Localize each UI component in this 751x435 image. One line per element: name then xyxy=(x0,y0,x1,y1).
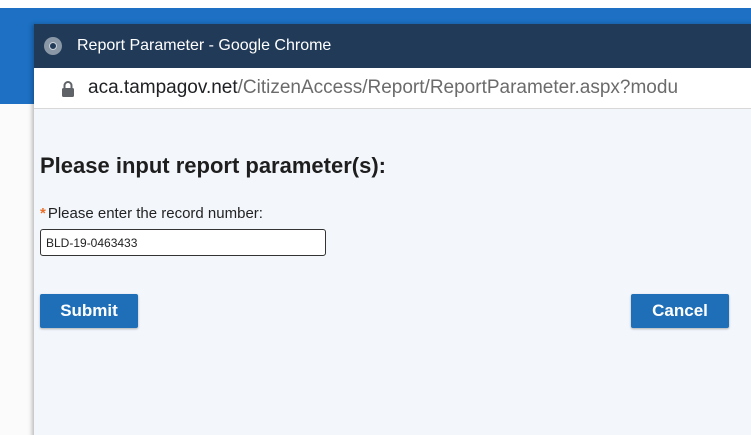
url-host: aca.tampagov.net xyxy=(88,77,238,98)
url-path: /CitizenAccess/Report/ReportParameter.as… xyxy=(237,77,679,98)
submit-button[interactable]: Submit xyxy=(40,294,138,328)
lock-icon xyxy=(62,81,74,97)
chrome-icon xyxy=(44,37,62,55)
report-parameter-window: Report Parameter - Google Chrome aca.tam… xyxy=(34,24,751,435)
record-number-field[interactable] xyxy=(40,229,326,256)
background-top-strip xyxy=(0,0,751,8)
window-titlebar[interactable]: Report Parameter - Google Chrome xyxy=(34,24,751,68)
cancel-button[interactable]: Cancel xyxy=(631,294,729,328)
page-title: Please input report parameter(s): xyxy=(40,153,386,178)
window-title: Report Parameter - Google Chrome xyxy=(77,37,332,54)
record-number-label: * Please enter the record number: xyxy=(40,205,263,223)
page-url[interactable]: aca.tampagov.net/CitizenAccess/Report/Re… xyxy=(88,76,678,100)
screen: Report Parameter - Google Chrome aca.tam… xyxy=(0,0,751,435)
required-marker: * xyxy=(40,205,46,222)
record-number-label-text: Please enter the record number: xyxy=(47,205,263,222)
address-bar[interactable]: aca.tampagov.net/CitizenAccess/Report/Re… xyxy=(34,68,751,109)
report-parameter-form: Please input report parameter(s): * Pleas… xyxy=(34,109,751,435)
